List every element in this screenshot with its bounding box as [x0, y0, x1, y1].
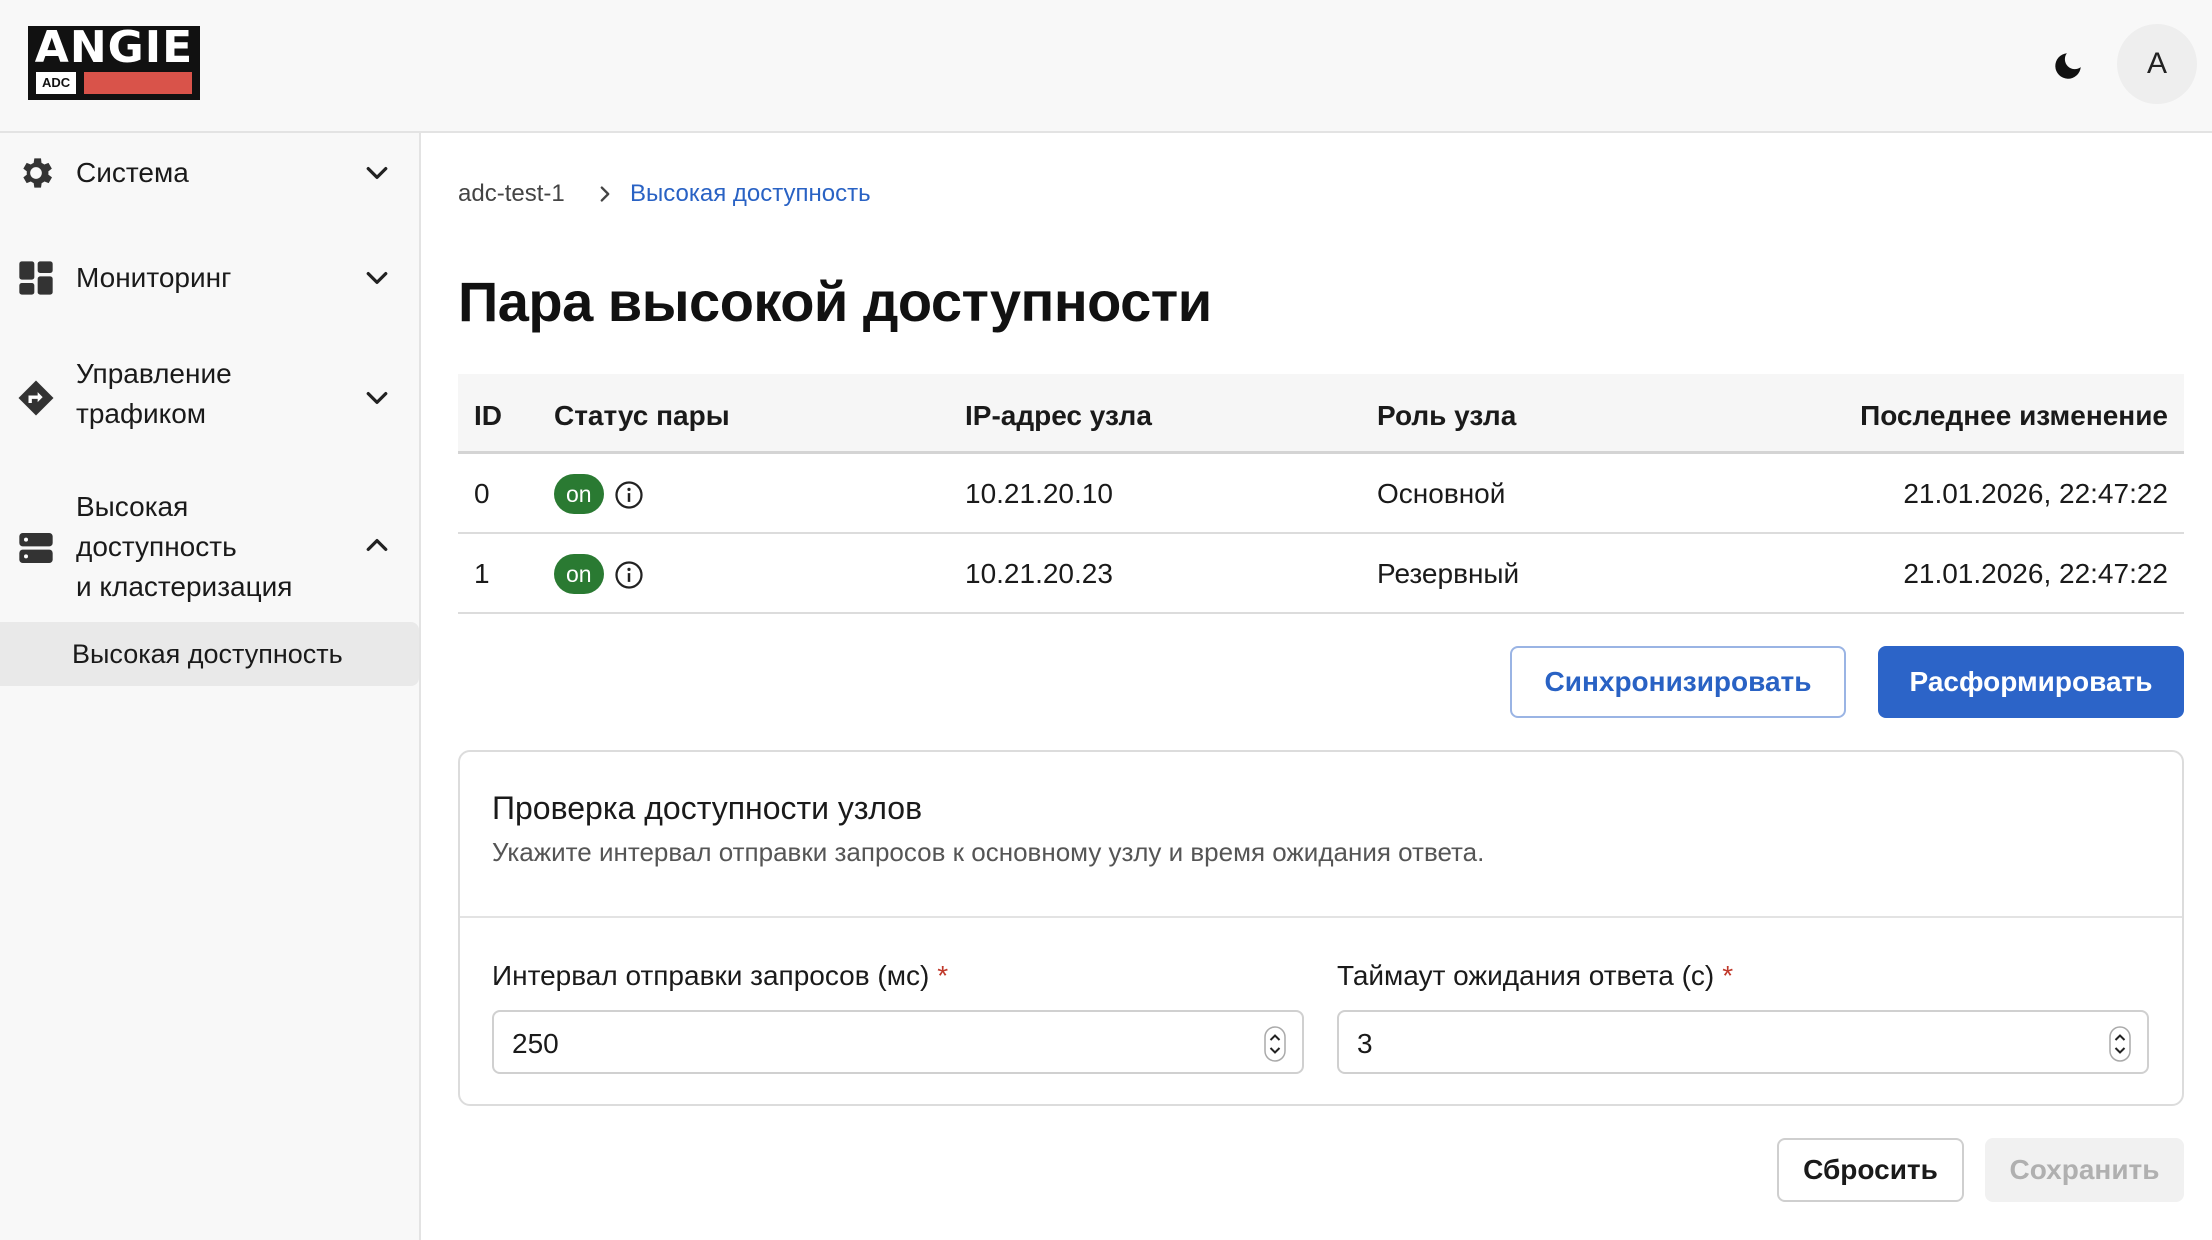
sidebar-item-label-line1: Высокая	[76, 491, 189, 522]
ha-pair-table: ID Статус пары IP-адрес узла Роль узла П…	[458, 374, 2184, 614]
gear-icon	[23, 158, 52, 188]
cell-changed: 21.01.2026, 22:47:22	[1903, 558, 2168, 589]
interval-input[interactable]: 250	[492, 1010, 1304, 1074]
reset-button[interactable]: Сбросить	[1777, 1138, 1964, 1202]
card-title: Проверка доступности узлов	[492, 790, 923, 826]
cell-role: Основной	[1377, 478, 1506, 509]
status-badge: on	[554, 474, 604, 514]
cell-role: Резервный	[1377, 558, 1520, 589]
logo-accent-bar	[84, 72, 192, 94]
breadcrumb-root[interactable]: adc-test-1	[458, 176, 565, 212]
sidebar-item-label-line3: и кластеризация	[76, 571, 293, 602]
required-marker: *	[937, 960, 949, 991]
info-icon[interactable]	[614, 480, 644, 510]
cell-id: 0	[474, 478, 490, 509]
user-avatar[interactable]: A	[2117, 24, 2197, 104]
moon-icon	[2055, 53, 2081, 79]
card-description: Укажите интервал отправки запросов к осн…	[492, 837, 1485, 867]
cell-ip: 10.21.20.10	[965, 478, 1113, 509]
timeout-label-text: Таймаут ожидания ответа (с)	[1337, 960, 1715, 991]
timeout-input[interactable]: 3	[1337, 1010, 2149, 1074]
interval-label: Интервал отправки запросов (мс) *	[492, 956, 948, 996]
stepper-icon[interactable]	[2109, 1026, 2131, 1062]
table-row: 1 on 10.21.20.23 Резервный 21.01.2026, 2…	[458, 534, 2184, 614]
cell-changed: 21.01.2026, 22:47:22	[1903, 478, 2168, 509]
column-header-role: Роль узла	[1377, 400, 1517, 431]
sidebar-item-label: Система	[76, 157, 189, 188]
sidebar-item-label-line1: Управление	[76, 358, 232, 389]
sidebar-item-label: Мониторинг	[76, 262, 232, 293]
chevron-right-icon	[600, 186, 610, 202]
column-header-status: Статус пары	[554, 400, 730, 431]
timeout-value: 3	[1357, 1028, 1373, 1059]
required-marker: *	[1722, 960, 1734, 991]
angie-logo[interactable]: ANGIE ADC	[28, 26, 200, 100]
info-icon[interactable]	[614, 560, 644, 590]
top-bar: ANGIE ADC A	[0, 0, 2212, 133]
sync-button[interactable]: Синхронизировать	[1510, 646, 1846, 718]
cell-ip: 10.21.20.23	[965, 558, 1113, 589]
sidebar-subitem-high-availability[interactable]: Высокая доступность	[0, 622, 419, 686]
sidebar-subitem-label: Высокая доступность	[72, 639, 343, 669]
chevron-down-icon	[366, 392, 388, 404]
breadcrumb-current[interactable]: Высокая доступность	[630, 176, 871, 212]
cell-id: 1	[474, 558, 490, 589]
theme-toggle-button[interactable]	[2046, 44, 2090, 88]
sidebar-item-traffic[interactable]: Управление трафиком	[0, 348, 419, 448]
stepper-icon[interactable]	[1264, 1026, 1286, 1062]
column-header-changed: Последнее изменение	[1860, 400, 2168, 431]
save-button[interactable]: Сохранить	[1985, 1138, 2184, 1202]
status-badge: on	[554, 554, 604, 594]
interval-value: 250	[512, 1028, 559, 1059]
route-icon	[18, 380, 54, 416]
logo-wordmark: ANGIE	[34, 22, 194, 73]
timeout-label: Таймаут ожидания ответа (с) *	[1337, 956, 1733, 996]
chevron-down-icon	[366, 272, 388, 284]
availability-check-card: Проверка доступности узлов Укажите интер…	[458, 750, 2184, 1106]
sidebar: Система Мониторинг Управление трафиком В…	[0, 133, 421, 1240]
sidebar-item-label-line2: доступность	[76, 531, 237, 562]
column-header-ip: IP-адрес узла	[965, 400, 1152, 431]
chevron-down-icon	[366, 167, 388, 179]
server-icon	[19, 533, 53, 563]
table-row: 0 on 10.21.20.10 Основной 21.01.2026, 22…	[458, 454, 2184, 534]
page-title: Пара высокой доступности	[458, 270, 1212, 333]
sidebar-item-system[interactable]: Система	[0, 133, 419, 213]
logo-sublabel: ADC	[36, 72, 77, 94]
table-header: ID Статус пары IP-адрес узла Роль узла П…	[458, 374, 2184, 454]
card-divider	[460, 916, 2182, 918]
column-header-id: ID	[474, 400, 502, 431]
sidebar-item-monitoring[interactable]: Мониторинг	[0, 238, 419, 318]
sidebar-item-label-line2: трафиком	[76, 398, 207, 429]
sidebar-item-high-availability[interactable]: Высокая доступность и кластеризация	[0, 483, 419, 613]
interval-label-text: Интервал отправки запросов (мс)	[492, 960, 930, 991]
dashboard-icon	[19, 261, 53, 295]
chevron-up-icon	[366, 539, 388, 551]
disband-button[interactable]: Расформировать	[1878, 646, 2184, 718]
